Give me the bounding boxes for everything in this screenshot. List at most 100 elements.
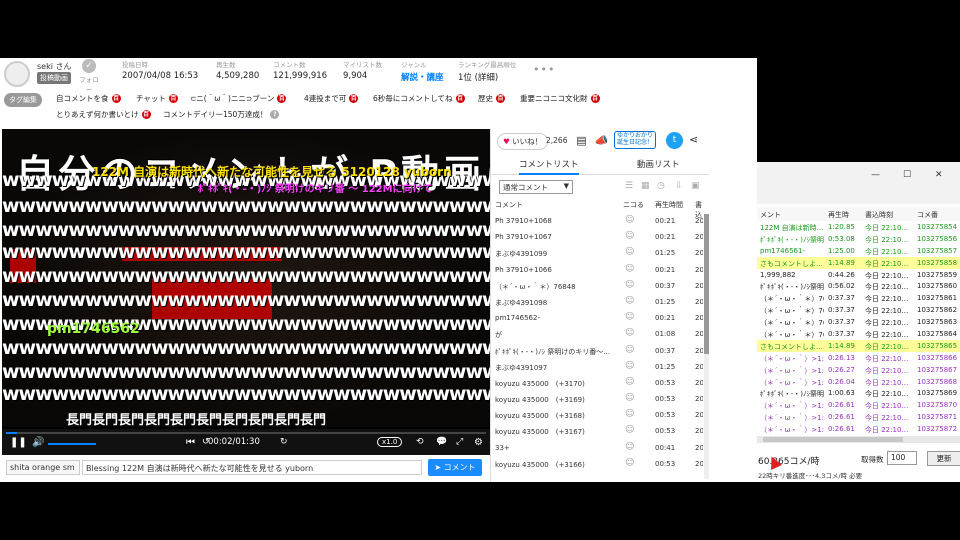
tab-video-list[interactable]: 動画リスト [637,158,680,170]
comment-row[interactable]: koyuzu 435000 (+3168) ☺ 00:53 202 [491,408,703,424]
nicoru-icon[interactable]: ☺ [625,312,634,322]
clock-icon[interactable]: ◷ [657,181,665,191]
tab-comment-list[interactable]: コメントリスト [519,158,579,175]
comment-row[interactable]: koyuzu 435000 (+3169) ☺ 00:53 202 [491,392,703,408]
header-comment[interactable]: コメント [495,200,523,210]
viewer-row[interactable]: （＊´・ω・｀＊）76… 0:37.37 今日 22:10… 103275861 [757,292,960,304]
viewer-row[interactable]: ﾎﾟｷﾎﾟｷ(・-・)ﾉｼ祭明… 0:53.08 今日 22:10… 10327585… [757,233,960,245]
comment-submit-button[interactable]: ➤ コメント [428,459,482,476]
tag-item[interactable]: 自コメントを食百 [56,93,121,104]
dictionary-icon[interactable]: 百 [277,94,287,103]
video-player[interactable]: 自分のコメントが P動画に wwwwwwwwwwwwwwwwwwwwwwwwww… [2,129,490,455]
help-icon[interactable]: ? [270,110,280,119]
video-canvas[interactable]: 自分のコメントが P動画に wwwwwwwwwwwwwwwwwwwwwwwwww… [2,129,490,427]
comment-row[interactable]: まぶゆ4391099 ☺ 01:25 202 [491,246,703,262]
comment-row[interactable]: Ph 37910+1066 ☺ 00:21 202 [491,263,703,279]
comment-toggle-icon[interactable]: 💬 [436,437,447,447]
scrollbar-thumb[interactable] [704,214,709,354]
minimize-icon[interactable]: — [871,170,880,180]
tag-edit-button[interactable]: タグ編集 [4,93,42,107]
seek-bar[interactable] [6,432,486,434]
comment-row[interactable]: Ph 37910+1068 ☺ 00:21 202 [491,214,703,230]
nicoru-icon[interactable]: ☺ [625,215,634,225]
volume-slider[interactable] [48,443,96,445]
comment-row[interactable]: pm1746562- ☺ 00:21 202 [491,311,703,327]
viewer-row[interactable]: 122M 自演は新時… 1:20.85 今日 22:10… 103275854 [757,221,960,233]
viewer-row[interactable]: ﾎﾟｷﾎﾟｷ(・-・)ﾉｼ祭明… 0:56.02 今日 22:10… 10327586… [757,280,960,292]
comment-list[interactable]: Ph 37910+1068 ☺ 00:21 202 Ph 37910+1067 ☺ 00:2… [491,214,703,479]
tag-item[interactable]: 4連投まで可百 [304,93,359,104]
comment-filter-select[interactable]: 通常コメント ▼ [499,180,573,194]
close-icon[interactable]: ✕ [935,170,943,180]
nicoru-icon[interactable]: ☺ [625,442,634,452]
genre-link[interactable]: 解説・講座 [401,71,444,83]
nicoru-icon[interactable]: ☺ [625,393,634,403]
ranking-value[interactable]: 1位 (詳細) [458,71,516,83]
nicoru-icon[interactable]: ☺ [625,328,634,338]
comment-icon[interactable]: ▣ [691,181,700,191]
viewer-row[interactable]: （＊´・ω・｀）>1:… 0:26.27 今日 22:10… 103275867 [757,364,960,376]
calendar-icon[interactable]: ▦ [641,181,650,191]
playlist-add-icon[interactable]: ▤ [573,132,590,149]
viewer-row[interactable]: （＊´・ω・｀）>1:… 0:26.61 今日 22:10… 103275871 [757,411,960,423]
nicoru-icon[interactable]: ☺ [625,296,634,306]
comment-row[interactable]: が ☺ 01:08 202 [491,327,703,343]
viewer-row[interactable]: （＊´・ω・｀＊）76… 0:37.37 今日 22:10… 103275863 [757,316,960,328]
nicoru-icon[interactable]: ☺ [625,458,634,468]
tag-item[interactable]: ⊂ニ(＾ω＾)ニニ⊃ブーン百 [190,93,287,104]
comment-row[interactable]: まぶゆ4391098 ☺ 01:25 202 [491,295,703,311]
count-input[interactable]: 100 [887,451,917,465]
command-input[interactable]: shita orange sm [6,460,80,475]
viewer-header-comment[interactable]: メント [760,210,781,220]
nicoru-icon[interactable]: ☺ [625,231,634,241]
pause-icon[interactable]: ❚❚ [10,437,27,448]
twitter-icon[interactable]: t [666,132,683,149]
viewer-header-time[interactable]: 再生時 [828,210,849,220]
viewer-row[interactable]: （＊´・ω・｀＊）76… 0:37.37 今日 22:10… 103275862 [757,304,960,316]
dictionary-icon[interactable]: 百 [590,94,600,103]
like-button[interactable]: ♥ いいね！ [497,133,549,150]
viewer-row[interactable]: （＊´・ω・｀）>1:… 0:26.13 今日 22:10… 103275866 [757,352,960,364]
viewer-header-posted[interactable]: 書込時刻 [865,210,893,220]
comment-row[interactable]: koyuzu 435000 (+3167) ☺ 00:53 202 [491,424,703,440]
megaphone-icon[interactable]: 📣 [593,132,610,149]
viewer-row[interactable]: （＊´・ω・｀）>1:… 0:26.04 今日 22:10… 103275868 [757,376,960,388]
more-icon[interactable]: ••• [533,63,555,76]
nicoru-icon[interactable]: ☺ [625,425,634,435]
viewer-row[interactable]: ﾎﾟｷﾎﾟｷ(・-・)ﾉｼ祭明… 1:00.63 今日 22:10… 10327586… [757,387,960,399]
viewer-row[interactable]: （＊´・ω・｀＊）76… 0:37.37 今日 22:10… 103275864 [757,328,960,340]
comment-input[interactable]: Blessing 122M 自演は新時代へ新たな可能性を見せる yuborn [82,460,422,475]
fullscreen-icon[interactable]: ⤢ [456,437,463,447]
avatar[interactable] [4,61,30,87]
stat-ranking[interactable]: ランキング最高順位 1位 (詳細) [458,59,516,83]
filter-icon[interactable]: ☰ [625,181,633,191]
download-icon[interactable]: ⇩ [675,181,683,191]
nicoru-icon[interactable]: ☺ [625,345,634,355]
tag-item[interactable]: コメントデイリー150万達成！? [163,109,280,120]
dictionary-icon[interactable]: 百 [455,94,465,103]
repeat-icon[interactable]: ⟲ [416,437,424,447]
viewer-row[interactable]: さもコメントしよ… 1:14.89 今日 22:10… 103275865 [757,339,960,352]
viewer-row[interactable]: pm1746561- 1:25.00 今日 22:10… 103275857 [757,245,960,257]
comment-row[interactable]: koyuzu 435000 (+3170) ☺ 00:53 202 [491,376,703,392]
forward-10-icon[interactable]: ↻ [280,437,288,447]
viewer-row[interactable]: 1,999,882 0:44.26 今日 22:10… 103275859 [757,269,960,281]
nicoru-icon[interactable]: ☺ [625,280,634,290]
maximize-icon[interactable]: ☐ [903,170,911,180]
header-nicoru[interactable]: ニコる [623,200,644,210]
comment-row[interactable]: ﾎﾟｷﾎﾟｷ(・-・)ﾉｼ 祭明けのキリ番〜… ☺ 00:37 202 [491,344,703,360]
comment-list-scrollbar[interactable] [704,214,709,479]
skip-back-icon[interactable]: ⏮ [186,437,195,448]
dictionary-icon[interactable]: 百 [111,94,121,103]
header-time[interactable]: 再生時間 [655,200,683,210]
comment-row[interactable]: （＊´・ω・｀＊）76848 ☺ 00:37 202 [491,279,703,295]
settings-icon[interactable]: ⚙ [474,437,483,448]
volume-icon[interactable]: 🔊 [32,437,44,448]
stat-genre[interactable]: ジャンル 解説・講座 [401,59,444,83]
tag-item[interactable]: チャット百 [136,93,178,104]
dictionary-icon[interactable]: 百 [168,94,178,103]
nicoru-icon[interactable]: ☺ [625,409,634,419]
follow-button[interactable]: ✓ フォロー [78,59,100,94]
dictionary-icon[interactable]: 百 [141,110,151,119]
comment-row[interactable]: まぶゆ4391097 ☺ 01:25 202 [491,360,703,376]
